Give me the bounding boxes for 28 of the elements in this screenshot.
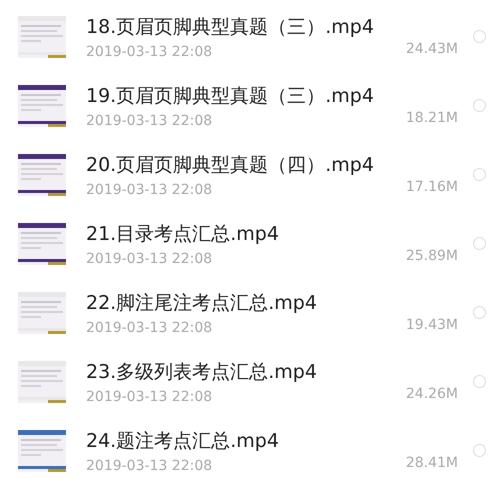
select-radio[interactable] [472,306,486,319]
file-date: 2019-03-13 22:08 [86,44,214,60]
file-size: 25.89M [406,248,458,266]
select-radio[interactable] [472,99,486,112]
select-radio[interactable] [472,168,486,181]
file-date: 2019-03-13 22:08 [86,388,214,404]
file-name: 24.题注考点汇总.mp4 [86,428,280,454]
file-name: 18.页眉页脚典型真题（三）.mp4 [86,14,375,40]
file-size: 17.16M [406,179,458,197]
select-radio[interactable] [472,444,486,457]
file-size: 24.26M [406,386,458,404]
file-date: 2019-03-13 22:08 [86,182,214,198]
file-name: 23.多级列表考点汇总.mp4 [86,360,318,384]
file-date: 2019-03-13 22:08 [86,458,214,474]
select-radio[interactable] [472,375,486,388]
file-size: 18.21M [406,110,458,128]
file-size: 19.43M [406,317,458,335]
select-radio[interactable] [472,237,486,250]
file-name: 21.目录考点汇总.mp4 [86,222,280,246]
file-size: 28.41M [406,455,458,473]
select-radio[interactable] [472,30,486,43]
file-name: 20.页眉页脚典型真题（四）.mp4 [86,152,375,178]
file-date: 2019-03-13 22:08 [86,112,214,128]
file-date: 2019-03-13 22:08 [86,320,214,336]
file-name: 22.脚注尾注考点汇总.mp4 [86,290,318,316]
file-size: 24.43M [406,41,458,59]
file-date: 2019-03-13 22:08 [86,250,214,266]
file-name: 19.页眉页脚典型真题（三）.mp4 [86,84,375,108]
